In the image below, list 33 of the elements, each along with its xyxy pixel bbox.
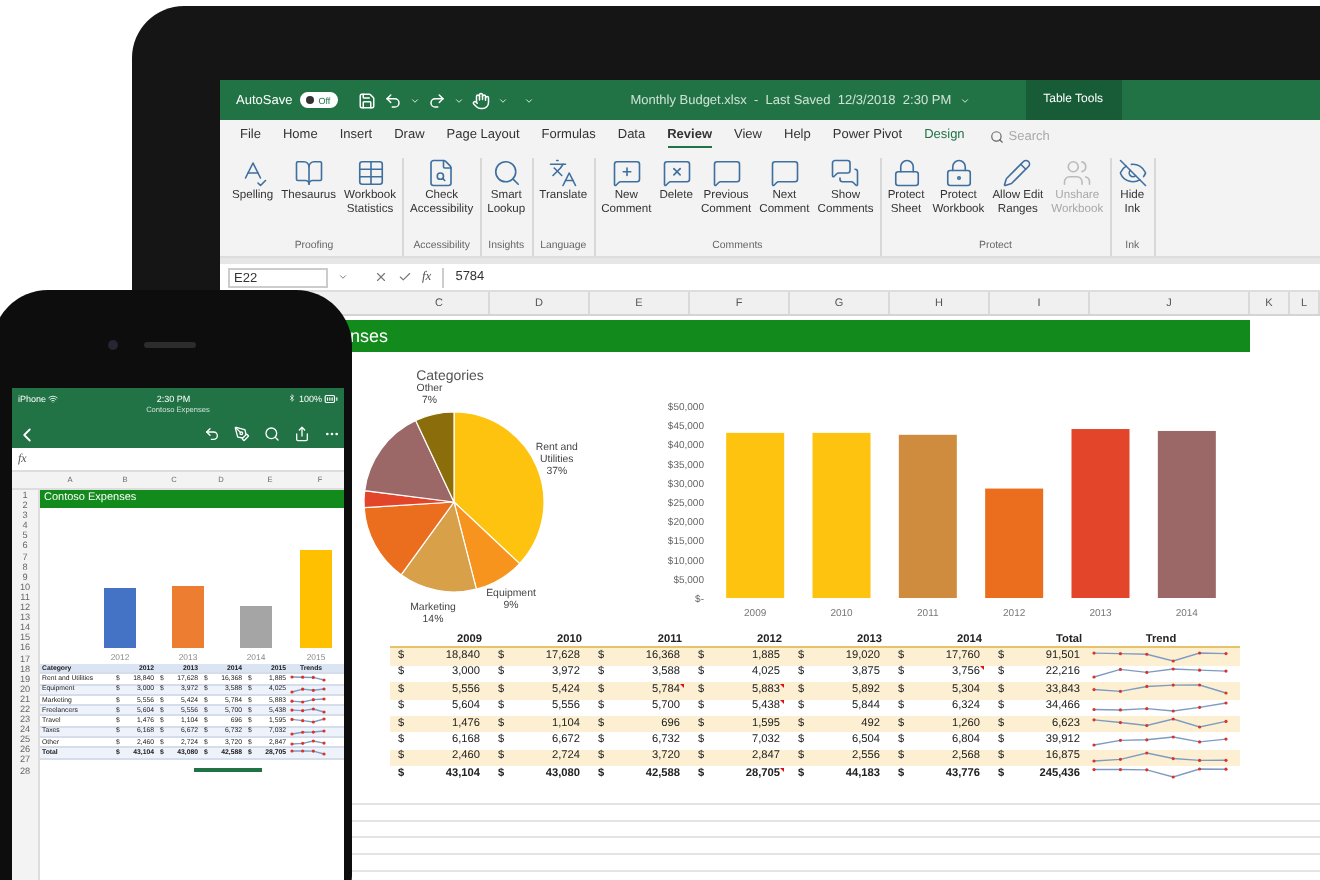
bar — [985, 488, 1044, 598]
undo-icon[interactable] — [384, 91, 403, 109]
sheet-title: nses — [344, 320, 1250, 352]
comments-icon — [830, 158, 861, 188]
search-icon — [491, 158, 522, 188]
wifi-icon — [48, 393, 59, 403]
camera-lens — [108, 340, 118, 350]
caret-icon[interactable] — [338, 272, 348, 282]
translate-icon — [548, 158, 579, 188]
cross-icon[interactable] — [374, 270, 388, 284]
people-icon — [1062, 158, 1093, 188]
comment-plus-icon — [611, 158, 642, 188]
check-icon[interactable] — [398, 270, 412, 284]
document-search-icon — [426, 158, 457, 188]
search-icon — [990, 130, 1005, 144]
pencil-icon — [1002, 158, 1033, 188]
table-icon — [355, 158, 386, 188]
hand-icon[interactable] — [472, 91, 491, 109]
save-icon[interactable] — [358, 91, 377, 109]
search-icon[interactable] — [264, 426, 280, 442]
share-icon[interactable] — [294, 426, 310, 442]
eye-off-icon — [1117, 158, 1148, 188]
selection-handle[interactable] — [194, 767, 262, 772]
comment-icon — [711, 158, 742, 188]
battery-icon — [323, 391, 338, 405]
undo-icon[interactable] — [204, 426, 220, 442]
lock-icon — [891, 158, 921, 188]
pen-icon[interactable] — [234, 426, 250, 442]
comment-delete-icon — [661, 158, 692, 188]
lock-icon — [943, 158, 974, 188]
redo-icon[interactable] — [428, 91, 447, 109]
book-icon — [293, 158, 324, 188]
comment-icon — [769, 158, 800, 188]
